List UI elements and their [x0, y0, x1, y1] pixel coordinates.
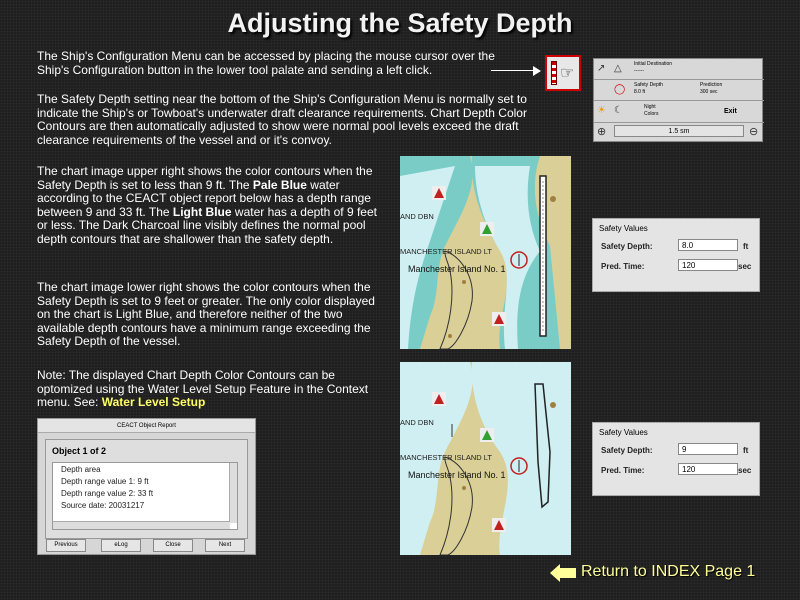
map-upper-label-lt: MANCHESTER ISLAND LT [400, 247, 492, 256]
previous-button[interactable]: Previous [46, 539, 86, 552]
close-button[interactable]: Close [153, 539, 193, 552]
prediction-label: Prediction [700, 82, 723, 88]
lower-chart-paragraph: The chart image lower right shows the co… [37, 280, 375, 348]
toolbar-row-safety: ◯ Safety Depth 8.0 ft Prediction 300 sec [594, 80, 764, 101]
night-label: Night [644, 104, 656, 110]
list-item: Depth area [61, 465, 101, 474]
pred-time-label: Pred. Time: [601, 262, 645, 271]
prediction-value: 300 sec [700, 89, 718, 95]
pred-time-unit: sec [738, 262, 752, 271]
pointer-arrow-head [533, 66, 541, 76]
safety-depth-field-label: Safety Depth: [601, 446, 653, 455]
safety-circle-icon[interactable]: ◯ [614, 85, 625, 95]
safety-depth-input[interactable]: 9 [678, 443, 738, 455]
note-paragraph: Note: The displayed Chart Depth Color Co… [37, 368, 377, 410]
safety-depth-label: Safety Depth [634, 82, 663, 88]
pred-time-unit: sec [738, 466, 752, 475]
ceact-object-report-dialog: CEACT Object Report Object 1 of 2 Depth … [37, 418, 256, 555]
zoom-in-icon[interactable]: ⊕ [597, 127, 606, 138]
safety-depth-paragraph: The Safety Depth setting near the bottom… [37, 92, 527, 147]
zoom-out-icon[interactable]: ⊖ [749, 127, 758, 138]
hand-pointer-icon: ☞ [560, 65, 575, 82]
elog-button[interactable]: eLog [101, 539, 141, 552]
list-item: Depth range value 1: 9 ft [61, 477, 149, 486]
destination-value: ------ [634, 68, 644, 74]
return-link-text[interactable]: Return to INDEX Page 1 [581, 563, 755, 581]
pred-time-label: Pred. Time: [601, 466, 645, 475]
safety-values-panel-lower: Safety Values Safety Depth: 9 ft Pred. T… [592, 422, 760, 496]
pred-time-input[interactable]: 120 [678, 259, 738, 271]
safety-depth-value: 8.0 ft [634, 89, 646, 95]
chart-image-upper: AND DBN MANCHESTER ISLAND LT Manchester … [400, 156, 571, 349]
moon-icon[interactable]: ☾ [614, 106, 623, 116]
map-lower-label-lt: MANCHESTER ISLAND LT [400, 453, 492, 462]
pale-blue-term: Pale Blue [252, 177, 307, 192]
map-upper-label-island: Manchester Island No. 1 [408, 264, 506, 274]
safety-depth-field-label: Safety Depth: [601, 242, 653, 251]
toolbar-row-zoom: ⊕ 1.5 sm ⊖ [594, 123, 764, 143]
pred-time-input[interactable]: 120 [678, 463, 738, 475]
safety-values-title: Safety Values [599, 224, 648, 233]
safety-depth-unit: ft [743, 446, 749, 455]
list-item: Depth range value 2: 33 ft [61, 489, 154, 498]
horizontal-scrollbar[interactable] [53, 521, 230, 529]
pointer-arrow-line [491, 70, 536, 71]
next-button[interactable]: Next [205, 539, 245, 552]
vertical-scrollbar[interactable] [229, 463, 237, 523]
safety-depth-input[interactable]: 8.0 [678, 239, 738, 251]
ship-configuration-button[interactable]: ☞ [545, 55, 581, 91]
safety-values-panel-upper: Safety Values Safety Depth: 8.0 ft Pred.… [592, 218, 760, 292]
safety-depth-unit: ft [743, 242, 749, 251]
colors-label: Colors [644, 111, 659, 117]
water-level-setup-link[interactable]: Water Level Setup [102, 395, 206, 409]
lower-tool-palette: ↗ △ Initial Destination ------ ◯ Safety … [593, 58, 764, 143]
toolbar-row-destination: ↗ △ Initial Destination ------ [594, 59, 764, 80]
destination-label: Initial Destination [634, 61, 673, 67]
light-blue-term: Light Blue [172, 204, 232, 219]
dialog-frame: Object 1 of 2 Depth area Depth range val… [45, 439, 248, 539]
upper-chart-paragraph: The chart image upper right shows the co… [37, 164, 389, 246]
route-icon[interactable]: ↗ [597, 64, 605, 74]
list-item: Source date: 20031217 [61, 501, 145, 510]
triangle-icon[interactable]: △ [614, 64, 622, 74]
chart-image-lower: AND DBN MANCHESTER ISLAND LT Manchester … [400, 362, 571, 555]
page-title: Adjusting the Safety Depth [227, 8, 573, 38]
exit-button[interactable]: Exit [724, 108, 737, 115]
object-counter: Object 1 of 2 [52, 446, 107, 456]
back-arrow-icon [550, 564, 560, 582]
back-arrow-shaft [560, 568, 576, 578]
safety-values-title: Safety Values [599, 428, 648, 437]
zoom-scale-field[interactable]: 1.5 sm [614, 125, 744, 137]
map-upper-label-dbn: AND DBN [400, 212, 434, 221]
dialog-title: CEACT Object Report [38, 419, 255, 433]
sun-icon[interactable]: ☀ [597, 106, 606, 116]
map-lower-label-island: Manchester Island No. 1 [408, 470, 506, 480]
object-attribute-list[interactable]: Depth area Depth range value 1: 9 ft Dep… [52, 462, 238, 530]
map-lower-label-dbn: AND DBN [400, 418, 434, 427]
intro-paragraph: The Ship's Configuration Menu can be acc… [37, 49, 495, 77]
toolbar-row-colors: ☀ ☾ Night Colors Exit [594, 101, 764, 123]
ship-config-bar-icon [551, 61, 557, 85]
